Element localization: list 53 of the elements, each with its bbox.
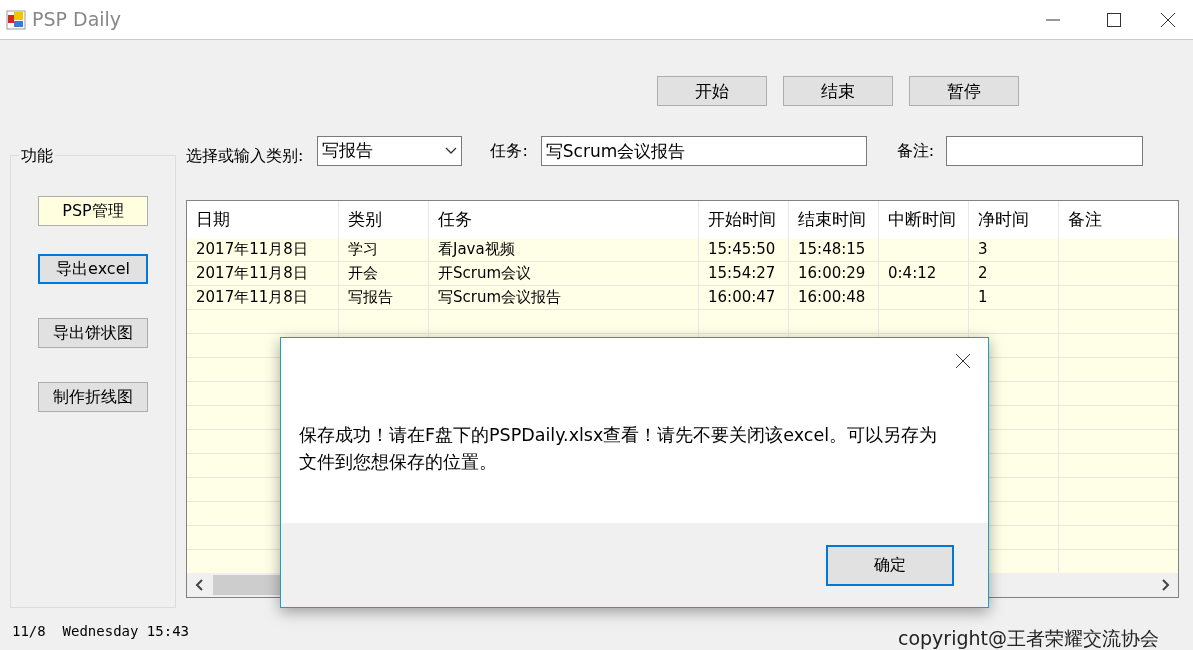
field-label: 选择或输入类别:	[186, 145, 304, 167]
minimize-icon	[1046, 18, 1060, 21]
column-header[interactable]: 任务	[429, 201, 699, 238]
table-cell: 3	[969, 238, 1059, 261]
timer-button[interactable]: 暂停	[909, 76, 1019, 106]
function-button[interactable]: 导出excel	[38, 254, 148, 284]
table-cell: 16:00:48	[789, 286, 879, 309]
table-cell: 看Java视频	[429, 238, 699, 261]
table-cell: 15:48:15	[789, 238, 879, 261]
timer-button[interactable]: 开始	[657, 76, 767, 106]
table-cell: 写Scrum会议报告	[429, 286, 699, 309]
task-field[interactable]: 写Scrum会议报告	[540, 136, 867, 166]
table-cell: 15:54:27	[699, 262, 789, 285]
function-button[interactable]: 导出饼状图	[38, 318, 148, 348]
table-cell: 1	[969, 286, 1059, 309]
table-cell: 15:45:50	[699, 238, 789, 261]
table-cell: 学习	[339, 238, 429, 261]
column-header[interactable]: 结束时间	[789, 201, 879, 238]
table-cell: 2017年11月8日	[187, 262, 339, 285]
copyright-text: copyright@王者荣耀交流协会	[897, 625, 1159, 650]
table-cell: 16:00:47	[699, 286, 789, 309]
scroll-right-icon[interactable]	[1160, 579, 1170, 591]
table-cell: 2017年11月8日	[187, 286, 339, 309]
app-icon	[6, 9, 26, 30]
close-icon	[1160, 11, 1176, 28]
table-cell: 开会	[339, 262, 429, 285]
table-cell: 开Scrum会议	[429, 262, 699, 285]
chevron-down-icon	[445, 147, 458, 155]
window-title: PSP Daily	[32, 7, 122, 33]
table-cell: 2	[969, 262, 1059, 285]
column-header[interactable]: 中断时间	[879, 201, 969, 238]
field-label: 备注:	[896, 140, 935, 162]
table-cell: 0:4:12	[879, 262, 969, 285]
category-dropdown[interactable]: 写报告	[317, 136, 463, 166]
status-datetime: 11/8 Wednesday 15:43	[12, 621, 189, 641]
column-header[interactable]: 日期	[187, 201, 339, 238]
table-cell: 写报告	[339, 286, 429, 309]
column-header[interactable]: 类别	[339, 201, 429, 238]
maximize-icon	[1105, 11, 1121, 28]
function-button[interactable]: 制作折线图	[38, 382, 148, 412]
field-label: 任务:	[490, 140, 528, 162]
table-cell: 2017年11月8日	[187, 238, 339, 261]
column-header[interactable]: 净时间	[969, 201, 1059, 238]
column-header[interactable]: 开始时间	[699, 201, 789, 238]
scroll-left-icon[interactable]	[195, 579, 205, 591]
column-header[interactable]: 备注	[1059, 201, 1178, 238]
timer-button[interactable]: 结束	[783, 76, 893, 106]
table-cell: 16:00:29	[789, 262, 879, 285]
dialog-message: 保存成功！请在F盘下的PSPDaily.xlsx查看！请先不要关闭该excel。可以另存为文件到您想保存的位置。	[298, 424, 939, 475]
function-button[interactable]: PSP管理	[38, 196, 148, 226]
note-field[interactable]	[946, 136, 1144, 166]
ok-button[interactable]: 确定	[826, 544, 954, 586]
close-icon	[955, 353, 971, 369]
